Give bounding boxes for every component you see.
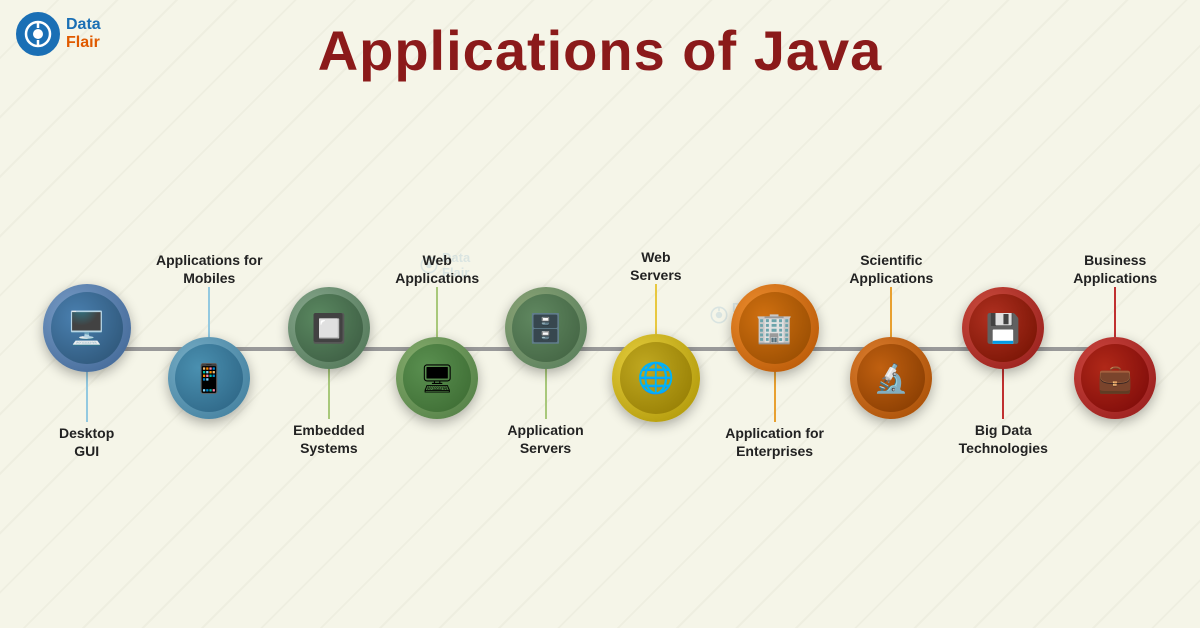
connector-top-web-apps [436,287,438,337]
circle-embedded: 🔲 [288,287,370,369]
icon-desktop-gui: 🖥️ [67,309,107,347]
main-title: Applications of Java [0,0,1200,83]
circle-inner-web-servers: 🌐 [620,342,692,414]
logo-icon [16,12,60,56]
node-apps-mobiles: Applications forMobiles 📱 [156,235,263,463]
circle-enterprises: 🏢 [731,284,819,372]
icon-big-data: 💾 [986,312,1021,345]
logo: Data Flair [16,12,101,56]
connector-bottom-app-servers [545,369,547,419]
icon-web-servers: 🌐 [637,361,674,396]
circle-inner-app-servers: 🗄️ [512,294,580,362]
circle-inner-web-apps: 🖥 [403,344,471,412]
logo-data: Data [66,16,101,34]
label-top-business: BusinessApplications [1073,235,1157,287]
icon-apps-mobiles: 📱 [192,362,227,395]
circle-inner-business: 💼 [1081,344,1149,412]
label-bottom-embedded: EmbeddedSystems [293,419,365,463]
node-app-servers: 🗄️ ApplicationServers [505,235,587,463]
node-desktop-gui: 🖥️ DesktopGUI [43,232,131,466]
circle-scientific: 🔬 [850,337,932,419]
circle-web-apps: 🖥 [396,337,478,419]
circle-big-data: 💾 [962,287,1044,369]
circle-business: 💼 [1074,337,1156,419]
node-embedded: 🔲 EmbeddedSystems [288,235,370,463]
label-top-web-servers: WebServers [630,232,681,284]
label-top-scientific: ScientificApplications [849,235,933,287]
connector-bottom-enterprises [774,372,776,422]
logo-text: Data Flair [66,16,101,51]
connector-top-scientific [890,287,892,337]
circle-inner-enterprises: 🏢 [739,292,811,364]
connector-bottom-big-data [1002,369,1004,419]
icon-app-servers: 🗄️ [528,312,563,345]
circle-inner-embedded: 🔲 [295,294,363,362]
connector-bottom-desktop-gui [86,372,88,422]
node-scientific: ScientificApplications 🔬 [849,235,933,463]
node-business: BusinessApplications 💼 [1073,235,1157,463]
circle-inner-desktop-gui: 🖥️ [51,292,123,364]
node-web-servers: WebServers 🌐 [612,232,700,466]
icon-scientific: 🔬 [874,362,909,395]
circle-inner-big-data: 💾 [969,294,1037,362]
connector-bottom-embedded [328,369,330,419]
circle-desktop-gui: 🖥️ [43,284,131,372]
node-big-data: 💾 Big DataTechnologies [959,235,1048,463]
icon-business: 💼 [1098,362,1133,395]
circle-inner-scientific: 🔬 [857,344,925,412]
label-bottom-big-data: Big DataTechnologies [959,419,1048,463]
label-bottom-enterprises: Application forEnterprises [725,422,824,466]
circle-app-servers: 🗄️ [505,287,587,369]
icon-web-apps: 🖥 [419,362,455,395]
node-enterprises: 🏢 Application forEnterprises [725,232,824,466]
logo-flair: Flair [66,34,101,52]
connector-top-web-servers [655,284,657,334]
label-bottom-desktop-gui: DesktopGUI [59,422,114,466]
circle-web-servers: 🌐 [612,334,700,422]
label-top-web-apps: WebApplications [395,235,479,287]
connector-top-apps-mobiles [208,287,210,337]
node-web-apps: WebApplications 🖥 [395,235,479,463]
label-bottom-app-servers: ApplicationServers [507,419,583,463]
icon-embedded: 🔲 [311,312,346,345]
timeline: 🖥️ DesktopGUI Applications forMobiles 📱 [30,110,1170,588]
connector-top-business [1114,287,1116,337]
icon-enterprises: 🏢 [756,311,793,346]
circle-apps-mobiles: 📱 [168,337,250,419]
label-top-apps-mobiles: Applications forMobiles [156,235,263,287]
page-container: Data Flair Applications of Java DataFlai… [0,0,1200,628]
circle-inner-apps-mobiles: 📱 [175,344,243,412]
